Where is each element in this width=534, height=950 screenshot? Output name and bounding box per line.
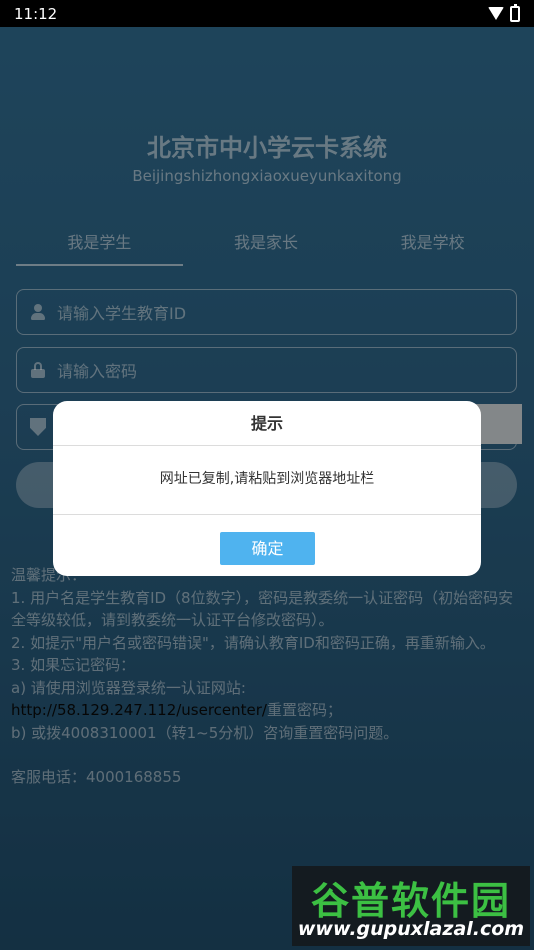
- watermark-logo: 谷普软件园 www.gupuxlazal.com: [292, 866, 530, 946]
- watermark-title: 谷普软件园: [310, 879, 511, 923]
- dialog-title: 提示: [53, 401, 481, 446]
- wifi-icon: [488, 7, 504, 20]
- status-icons: [488, 3, 520, 22]
- confirm-button[interactable]: 确定: [220, 532, 315, 565]
- alert-dialog: 提示 网址已复制,请粘贴到浏览器地址栏 确定: [53, 401, 481, 576]
- dialog-message: 网址已复制,请粘贴到浏览器地址栏: [53, 446, 481, 515]
- status-bar: 11:12: [0, 0, 534, 27]
- battery-icon: [510, 3, 520, 22]
- watermark-url: www.gupuxlazal.com: [297, 918, 525, 940]
- status-time: 11:12: [14, 4, 58, 23]
